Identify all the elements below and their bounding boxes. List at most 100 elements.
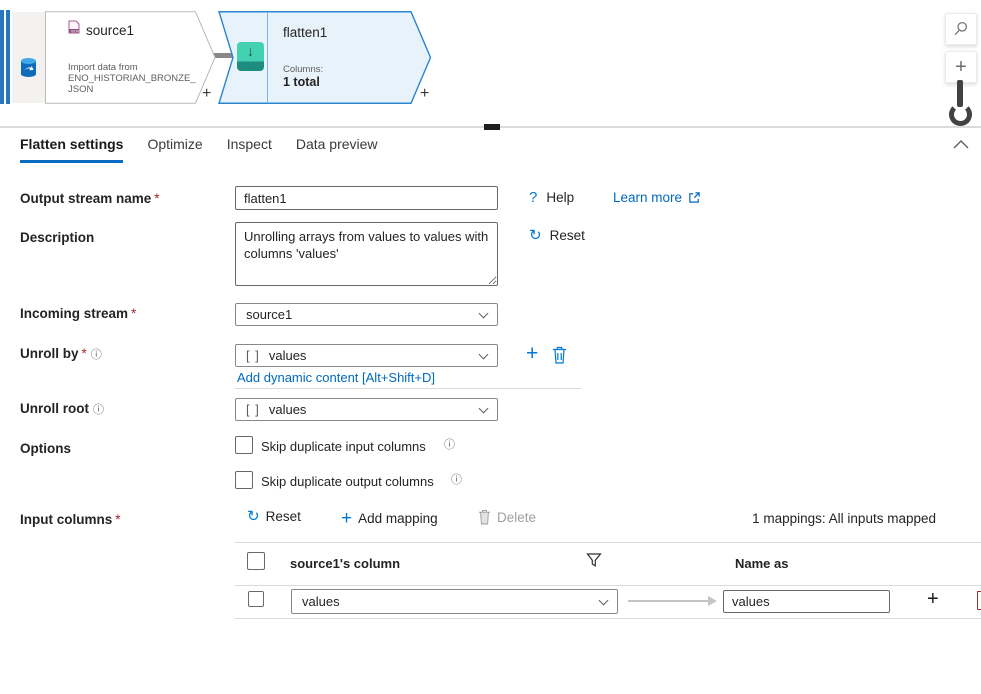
- array-type-badge: [ ]: [246, 348, 260, 363]
- delete-label: Delete: [497, 510, 536, 525]
- output-stream-name-input[interactable]: [235, 186, 498, 210]
- help-label: Help: [546, 190, 574, 205]
- selected-value: values: [269, 402, 307, 417]
- external-link-icon: [688, 191, 701, 204]
- source-node-description: Import data from ENO_HISTORIAN_BRONZE_JS…: [68, 62, 200, 95]
- collapse-panel-chevron-up-icon[interactable]: [953, 139, 969, 149]
- trash-icon: [478, 509, 491, 525]
- name-as-header: Name as: [735, 556, 788, 571]
- chevron-down-icon: [599, 595, 609, 605]
- json-file-icon: JSON: [68, 20, 80, 34]
- flatten-node-title[interactable]: flatten1: [283, 25, 327, 40]
- plus-icon: +: [341, 509, 352, 528]
- add-mapping-label: Add mapping: [358, 511, 438, 526]
- skip-duplicate-input-label: Skip duplicate input columns: [261, 439, 426, 454]
- description-textarea[interactable]: Unrolling arrays from values to values w…: [235, 222, 498, 286]
- label-text: Incoming stream: [20, 306, 128, 321]
- selected-value: values: [302, 594, 340, 609]
- learn-more-link[interactable]: Learn more: [613, 190, 701, 205]
- dataflow-editor: JSON source1 Import data from ENO_HISTOR…: [0, 0, 981, 694]
- plus-icon: +: [927, 588, 939, 610]
- add-dynamic-content-link[interactable]: Add dynamic content [Alt+Shift+D]: [237, 370, 435, 385]
- reset-icon: ↻: [529, 228, 542, 243]
- divider: [235, 388, 581, 389]
- reset-icon: ↻: [247, 509, 260, 524]
- dataset-database-icon: [18, 57, 39, 79]
- help-button[interactable]: ? Help: [529, 189, 574, 206]
- mapping-arrow: [628, 600, 708, 602]
- tab-data-preview[interactable]: Data preview: [296, 136, 378, 163]
- help-question-icon: ?: [529, 189, 537, 206]
- canvas-search-button[interactable]: [945, 13, 977, 45]
- flatten-columns-count: 1 total: [283, 75, 320, 89]
- input-columns-label: Input columns*: [20, 512, 121, 527]
- reset-label: Reset: [266, 509, 301, 524]
- mapping-status: 1 mappings: All inputs mapped: [636, 511, 936, 526]
- unroll-by-dropdown[interactable]: [ ] values: [235, 344, 498, 367]
- label-text: Description: [20, 230, 94, 245]
- flatten-columns-label: Columns:: [283, 64, 323, 75]
- tab-flatten-settings[interactable]: Flatten settings: [20, 136, 123, 163]
- source-column-header: source1's column: [290, 556, 400, 571]
- description-label: Description: [20, 230, 94, 245]
- chevron-down-icon: [479, 403, 489, 413]
- unroll-by-add-button[interactable]: +: [526, 342, 538, 366]
- flatten-transformation-icon: ↓: [237, 42, 264, 71]
- add-mapping-button[interactable]: + Add mapping: [341, 509, 438, 528]
- info-icon[interactable]: ⓘ: [440, 436, 455, 452]
- label-text: Output stream name: [20, 191, 151, 206]
- dataset-panel: [12, 12, 45, 103]
- reset-button[interactable]: ↻ Reset: [529, 228, 585, 243]
- unroll-root-dropdown[interactable]: [ ] values: [235, 398, 498, 421]
- flatten-add-transformation-button[interactable]: +: [420, 85, 429, 103]
- row-checkbox[interactable]: [248, 591, 264, 607]
- incoming-stream-dropdown[interactable]: source1: [235, 303, 498, 326]
- canvas-edge-bar: [0, 10, 4, 104]
- unroll-by-label: Unroll by*ⓘ: [20, 346, 102, 362]
- required-asterisk: *: [151, 191, 159, 206]
- canvas-edge-bar: [6, 10, 10, 104]
- filter-icon[interactable]: [586, 553, 602, 568]
- row-add-button[interactable]: +: [927, 588, 939, 611]
- flatten-arrow-glyph: ↓: [247, 42, 254, 60]
- canvas-zoom-in-button[interactable]: +: [945, 51, 977, 83]
- row-trash-icon[interactable]: [977, 591, 981, 610]
- unroll-root-label: Unroll rootⓘ: [20, 401, 104, 417]
- label-text: Options: [20, 441, 71, 456]
- mapping-arrow-head: [708, 596, 717, 606]
- info-icon[interactable]: ⓘ: [447, 471, 462, 487]
- selected-value: source1: [246, 307, 292, 322]
- info-icon[interactable]: ⓘ: [87, 349, 102, 361]
- divider: [235, 542, 981, 543]
- skip-duplicate-output-checkbox[interactable]: [235, 471, 253, 489]
- array-type-badge: [ ]: [246, 402, 260, 417]
- panel-splitter-drag-handle[interactable]: [484, 124, 500, 130]
- canvas-zoom-slider-hook[interactable]: [949, 103, 972, 126]
- plus-icon: +: [526, 342, 538, 365]
- skip-duplicate-output-label: Skip duplicate output columns: [261, 474, 434, 489]
- label-text: Input columns: [20, 512, 112, 527]
- source-node-title[interactable]: source1: [86, 23, 134, 38]
- delete-mapping-button[interactable]: Delete: [478, 509, 536, 525]
- learn-more-label: Learn more: [613, 190, 682, 205]
- row-source-column-dropdown[interactable]: values: [291, 589, 618, 614]
- divider: [235, 585, 981, 586]
- tab-optimize[interactable]: Optimize: [147, 136, 202, 163]
- label-text: Unroll by: [20, 346, 79, 361]
- required-asterisk: *: [79, 346, 87, 361]
- selected-value: values: [269, 348, 307, 363]
- info-icon[interactable]: ⓘ: [89, 404, 104, 416]
- unroll-by-delete-trash-icon[interactable]: [552, 346, 567, 364]
- source-add-transformation-button[interactable]: +: [202, 85, 211, 103]
- output-stream-name-label: Output stream name*: [20, 191, 160, 206]
- search-icon: [953, 21, 969, 37]
- row-name-as-input[interactable]: [723, 590, 890, 613]
- mapping-reset-button[interactable]: ↻ Reset: [247, 509, 301, 524]
- plus-icon: +: [955, 56, 967, 79]
- select-all-checkbox[interactable]: [247, 552, 265, 570]
- label-text: Unroll root: [20, 401, 89, 416]
- tab-inspect[interactable]: Inspect: [227, 136, 272, 163]
- reset-label: Reset: [550, 228, 585, 243]
- svg-text:JSON: JSON: [70, 29, 80, 33]
- skip-duplicate-input-checkbox[interactable]: [235, 436, 253, 454]
